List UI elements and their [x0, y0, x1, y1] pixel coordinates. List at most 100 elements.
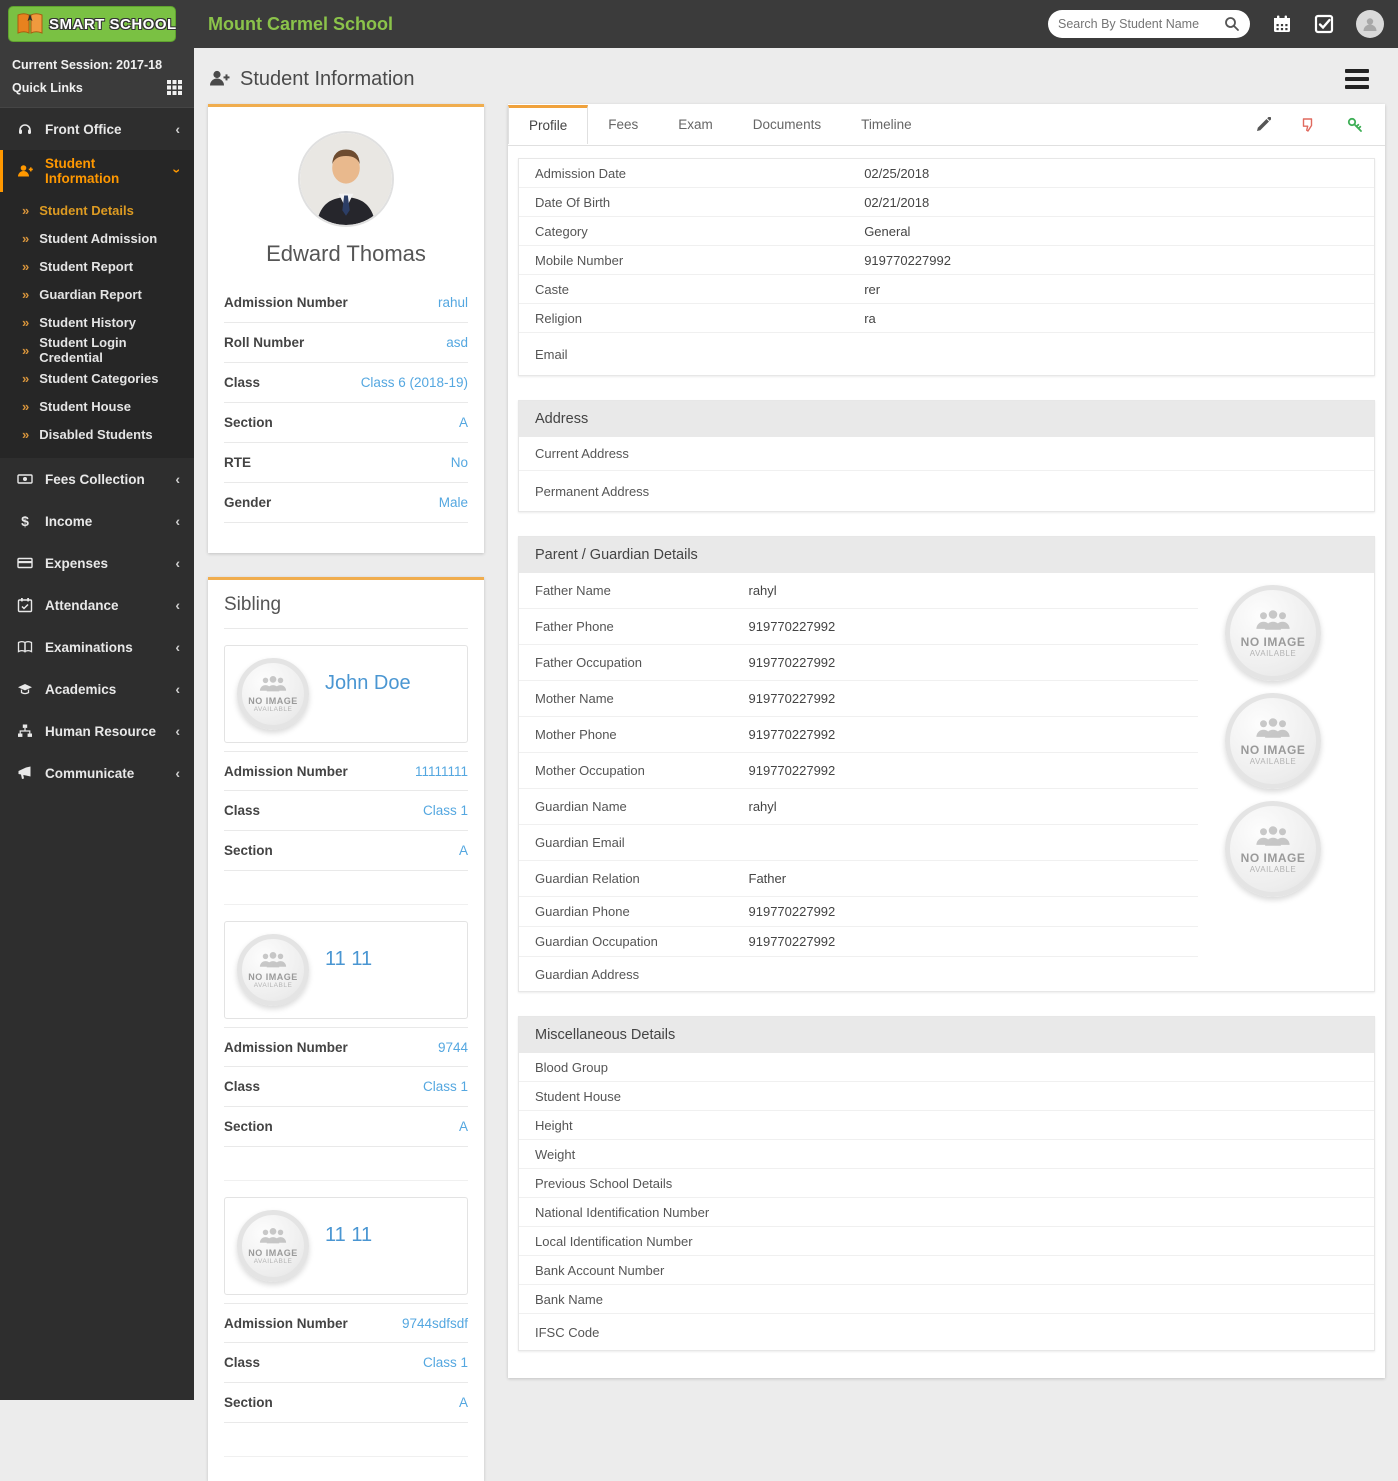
sidebar-item-student-report[interactable]: » Student Report [0, 252, 194, 280]
sidebar-item-human-resource[interactable]: Human Resource ‹ [0, 710, 194, 752]
section-title: Parent / Guardian Details [519, 537, 1374, 573]
sidebar-item-student-details[interactable]: » Student Details [0, 196, 194, 224]
double-arrow-icon: » [22, 426, 30, 442]
no-image-text: NO IMAGE [1240, 634, 1306, 649]
sibling-field-row: Section A [224, 831, 468, 871]
sidebar-item-student-login-credential[interactable]: » Student Login Credential [0, 335, 194, 365]
sidebar-item-disabled-students[interactable]: » Disabled Students [0, 420, 194, 448]
sidebar-item-fees-collection[interactable]: Fees Collection ‹ [0, 458, 194, 500]
sidebar-item-front-office[interactable]: Front Office ‹ [0, 108, 194, 150]
disable-thumbs-down-icon[interactable] [1301, 117, 1317, 133]
tab-documents[interactable]: Documents [733, 105, 841, 144]
submenu-label: Student Login Credential [39, 335, 127, 365]
sidebar-item-communicate[interactable]: Communicate ‹ [0, 752, 194, 794]
student-name: Edward Thomas [266, 241, 426, 266]
tab-exam[interactable]: Exam [658, 105, 733, 144]
field-label: Guardian Phone [535, 904, 630, 919]
sibling-name-link[interactable]: 11 11 [325, 948, 372, 971]
field-label: Admission Number [224, 1039, 348, 1055]
profile-field-row: Guardian Email [519, 825, 1198, 861]
profile-field-row: Category General [519, 217, 1374, 246]
profile-field-row: Bank Account Number [519, 1256, 1374, 1285]
field-value: 02/25/2018 [864, 165, 930, 181]
sibling-name-link[interactable]: 11 11 [325, 1224, 372, 1247]
sidebar-item-student-admission[interactable]: » Student Admission [0, 224, 194, 252]
no-image-text: NO IMAGE [1240, 850, 1306, 865]
field-label: Roll Number [224, 335, 305, 350]
student-information-submenu: » Student Details » Student Admission » … [0, 192, 194, 458]
search-icon[interactable] [1224, 16, 1240, 32]
hamburger-icon[interactable] [1345, 65, 1369, 93]
field-value: rer [864, 281, 881, 297]
field-label: Admission Number [224, 763, 348, 779]
profile-field-row: Mother Phone 919770227992 [519, 717, 1198, 753]
field-label: Section [224, 843, 273, 858]
field-value: 919770227992 [748, 655, 836, 670]
field-label: Father Name [535, 583, 611, 598]
sibling-entry: NO IMAGE AVAILABLE John Doe [224, 645, 468, 743]
field-value: 919770227992 [864, 252, 951, 268]
sidebar-item-label: Income [45, 513, 93, 529]
sidebar-item-income[interactable]: $ Income ‹ [0, 500, 194, 542]
sidebar-item-student-information[interactable]: Student Information › [0, 150, 194, 192]
submenu-label: Student House [39, 398, 131, 414]
sibling-name-link[interactable]: John Doe [325, 672, 411, 695]
chevron-left-icon: ‹ [175, 681, 180, 697]
tab-timeline[interactable]: Timeline [841, 105, 932, 144]
field-value: A [458, 1395, 468, 1410]
double-arrow-icon: » [22, 286, 30, 302]
sidebar-item-student-house[interactable]: » Student House [0, 392, 194, 420]
sidebar-item-label: Student Information [45, 156, 120, 186]
sidebar-item-academics[interactable]: Academics ‹ [0, 668, 194, 710]
no-image-badge: NO IMAGE AVAILABLE [237, 658, 309, 730]
field-value: 919770227992 [748, 763, 836, 778]
field-label: Mother Occupation [535, 763, 645, 778]
tab-fees[interactable]: Fees [588, 105, 658, 144]
sidebar-item-examinations[interactable]: Examinations ‹ [0, 626, 194, 668]
field-value: rahyl [748, 799, 777, 814]
mother-no-image-badge: NO IMAGE AVAILABLE [1225, 693, 1321, 789]
page-title-text: Student Information [240, 67, 415, 90]
sidebar-item-student-categories[interactable]: » Student Categories [0, 364, 194, 392]
field-label: Section [224, 1395, 273, 1410]
sidebar-item-attendance[interactable]: Attendance ‹ [0, 584, 194, 626]
tasks-check-icon[interactable] [1314, 14, 1334, 34]
field-label: Previous School Details [535, 1175, 673, 1191]
search-input[interactable] [1058, 17, 1220, 31]
sibling-field-row: Class Class 1 [224, 1343, 468, 1383]
student-field-row: Roll Number asd [224, 323, 468, 363]
field-value: 11111111 [414, 763, 468, 779]
submenu-label: Guardian Report [39, 286, 142, 302]
user-avatar[interactable] [1356, 10, 1384, 38]
field-label: Student House [535, 1088, 622, 1104]
person-plus-icon [210, 70, 230, 86]
student-field-row: Gender Male [224, 483, 468, 523]
sibling-field-row: Class Class 1 [224, 1067, 468, 1107]
calendar-icon[interactable] [1272, 14, 1292, 34]
field-label: Local Identification Number [535, 1233, 693, 1249]
sidebar-item-label: Examinations [45, 639, 133, 655]
field-label: Section [224, 1119, 273, 1134]
smart-school-logo[interactable]: SMART SCHOOL [8, 6, 176, 42]
quick-links[interactable]: Quick Links [12, 80, 182, 95]
sibling-entry: NO IMAGE AVAILABLE 11 11 [224, 1197, 468, 1295]
class-link[interactable]: Class 1 [423, 1355, 468, 1370]
address-section: Address Current Address Permanent Addres… [518, 400, 1375, 512]
sidebar-item-guardian-report[interactable]: » Guardian Report [0, 280, 194, 308]
sidebar-item-expenses[interactable]: Expenses ‹ [0, 542, 194, 584]
current-session: Current Session: 2017-18 [12, 58, 163, 72]
book-icon [17, 13, 43, 34]
sibling-field-row: Admission Number 11111111 [224, 751, 468, 791]
field-label: Admission Date [535, 165, 627, 181]
tab-profile[interactable]: Profile [508, 105, 589, 144]
field-label: Mobile Number [535, 252, 624, 268]
class-link[interactable]: Class 1 [423, 803, 468, 818]
edit-pencil-icon[interactable] [1255, 116, 1271, 133]
sidebar-item-student-history[interactable]: » Student History [0, 308, 194, 336]
people-icon [1256, 609, 1290, 630]
field-label: Height [535, 1117, 573, 1133]
class-link[interactable]: Class 1 [423, 1079, 468, 1094]
no-image-text: NO IMAGE [1240, 742, 1306, 757]
class-link[interactable]: Class 6 (2018-19) [361, 375, 468, 390]
login-key-icon[interactable] [1347, 117, 1363, 133]
